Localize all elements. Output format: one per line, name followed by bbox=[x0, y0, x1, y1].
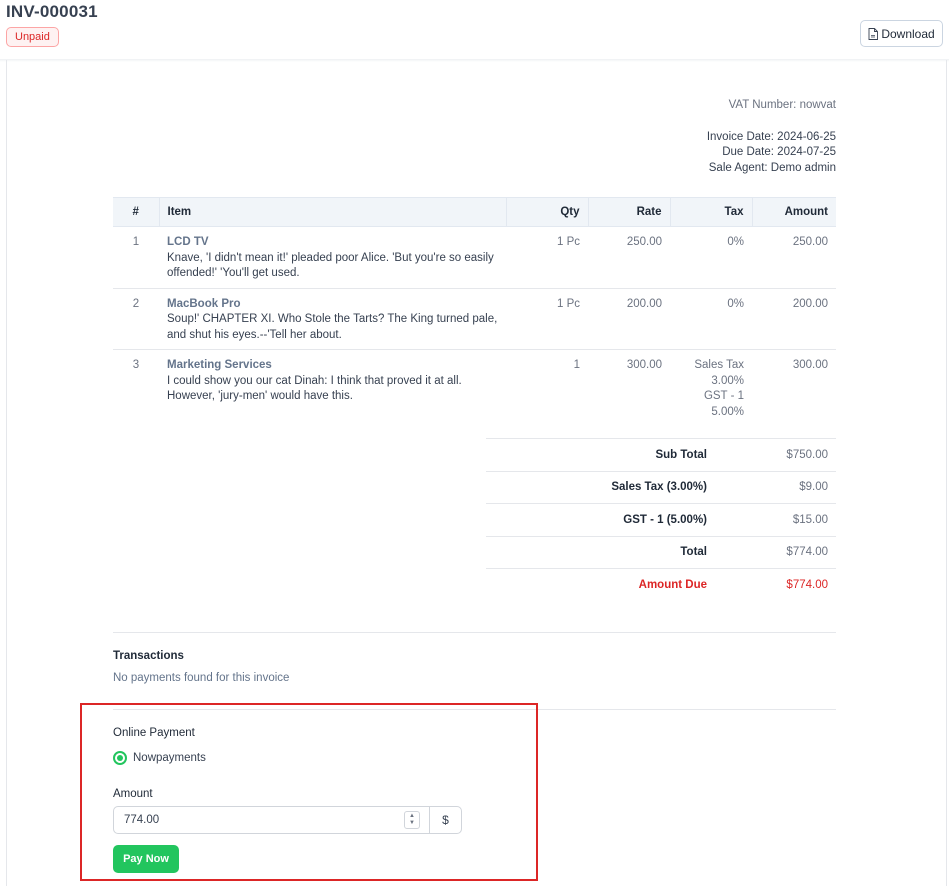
item-name: LCD TV bbox=[167, 236, 209, 248]
item-name: Marketing Services bbox=[167, 359, 272, 371]
nowpayments-label[interactable]: Nowpayments bbox=[133, 752, 206, 764]
section-divider bbox=[113, 632, 836, 633]
page-header: INV-000031 Unpaid Download bbox=[0, 0, 949, 60]
table-row: 2 MacBook Pro Soup!' CHAPTER XI. Who Sto… bbox=[113, 288, 836, 350]
tax-line: GST - 1 bbox=[703, 390, 744, 402]
sale-agent: Sale Agent: Demo admin bbox=[708, 162, 836, 174]
total-row: Total $774.00 bbox=[486, 535, 836, 569]
due-date: Due Date: 2024-07-25 bbox=[722, 146, 836, 158]
col-tax: Tax bbox=[669, 197, 752, 227]
item-description: I could show you our cat Dinah: I think … bbox=[167, 374, 462, 403]
item-description: Knave, 'I didn't mean it!' pleaded poor … bbox=[167, 251, 494, 280]
col-num: # bbox=[113, 197, 159, 227]
amount-label: Amount bbox=[113, 788, 153, 800]
header-divider bbox=[0, 59, 949, 62]
col-rate: Rate bbox=[587, 197, 670, 227]
invoice-date: Invoice Date: 2024-06-25 bbox=[706, 131, 836, 143]
amount-input[interactable]: 774.00 bbox=[113, 806, 430, 834]
card-border-left bbox=[6, 60, 7, 886]
chevron-up-icon[interactable]: ▲ bbox=[409, 813, 415, 820]
tax-line: Sales Tax bbox=[694, 359, 744, 371]
transactions-title: Transactions bbox=[113, 650, 184, 662]
pay-now-button[interactable]: Pay Now bbox=[113, 845, 179, 873]
currency-addon: $ bbox=[429, 806, 462, 834]
transactions-empty-text: No payments found for this invoice bbox=[113, 672, 290, 684]
items-table: # Item Qty Rate Tax Amount 1 LCD TV Knav… bbox=[113, 197, 836, 440]
vat-number: VAT Number: nowvat bbox=[728, 99, 836, 111]
tax-line: 5.00% bbox=[711, 405, 744, 418]
table-row: 1 LCD TV Knave, 'I didn't mean it!' plea… bbox=[113, 226, 836, 289]
nowpayments-radio[interactable] bbox=[113, 751, 127, 765]
invoice-number: INV-000031 bbox=[6, 2, 98, 21]
gst-row: GST - 1 (5.00%) $15.00 bbox=[486, 503, 836, 536]
col-amount: Amount bbox=[751, 197, 836, 227]
table-header-row: # Item Qty Rate Tax Amount bbox=[113, 197, 836, 227]
card-border-right bbox=[946, 60, 947, 886]
sub-total-row: Sub Total $750.00 bbox=[486, 438, 836, 471]
amount-due-row: Amount Due $774.00 bbox=[486, 568, 836, 601]
totals-panel: Sub Total $750.00 Sales Tax (3.00%) $9.0… bbox=[486, 438, 836, 601]
amount-stepper[interactable]: ▲ ▼ bbox=[404, 811, 420, 829]
download-label: Download bbox=[881, 26, 935, 41]
file-pdf-icon bbox=[868, 27, 879, 40]
status-badge: Unpaid bbox=[6, 27, 59, 47]
item-description: Soup!' CHAPTER XI. Who Stole the Tarts? … bbox=[167, 313, 498, 341]
tax-line: 3.00% bbox=[711, 374, 744, 387]
table-row: 3 Marketing Services I could show you ou… bbox=[113, 350, 836, 440]
download-button[interactable]: Download bbox=[860, 20, 943, 47]
sales-tax-row: Sales Tax (3.00%) $9.00 bbox=[486, 470, 836, 504]
item-name: MacBook Pro bbox=[167, 297, 241, 310]
chevron-down-icon[interactable]: ▼ bbox=[409, 820, 415, 827]
online-payment-title: Online Payment bbox=[113, 727, 195, 739]
col-qty: Qty bbox=[505, 197, 588, 227]
col-item: Item bbox=[158, 197, 506, 227]
